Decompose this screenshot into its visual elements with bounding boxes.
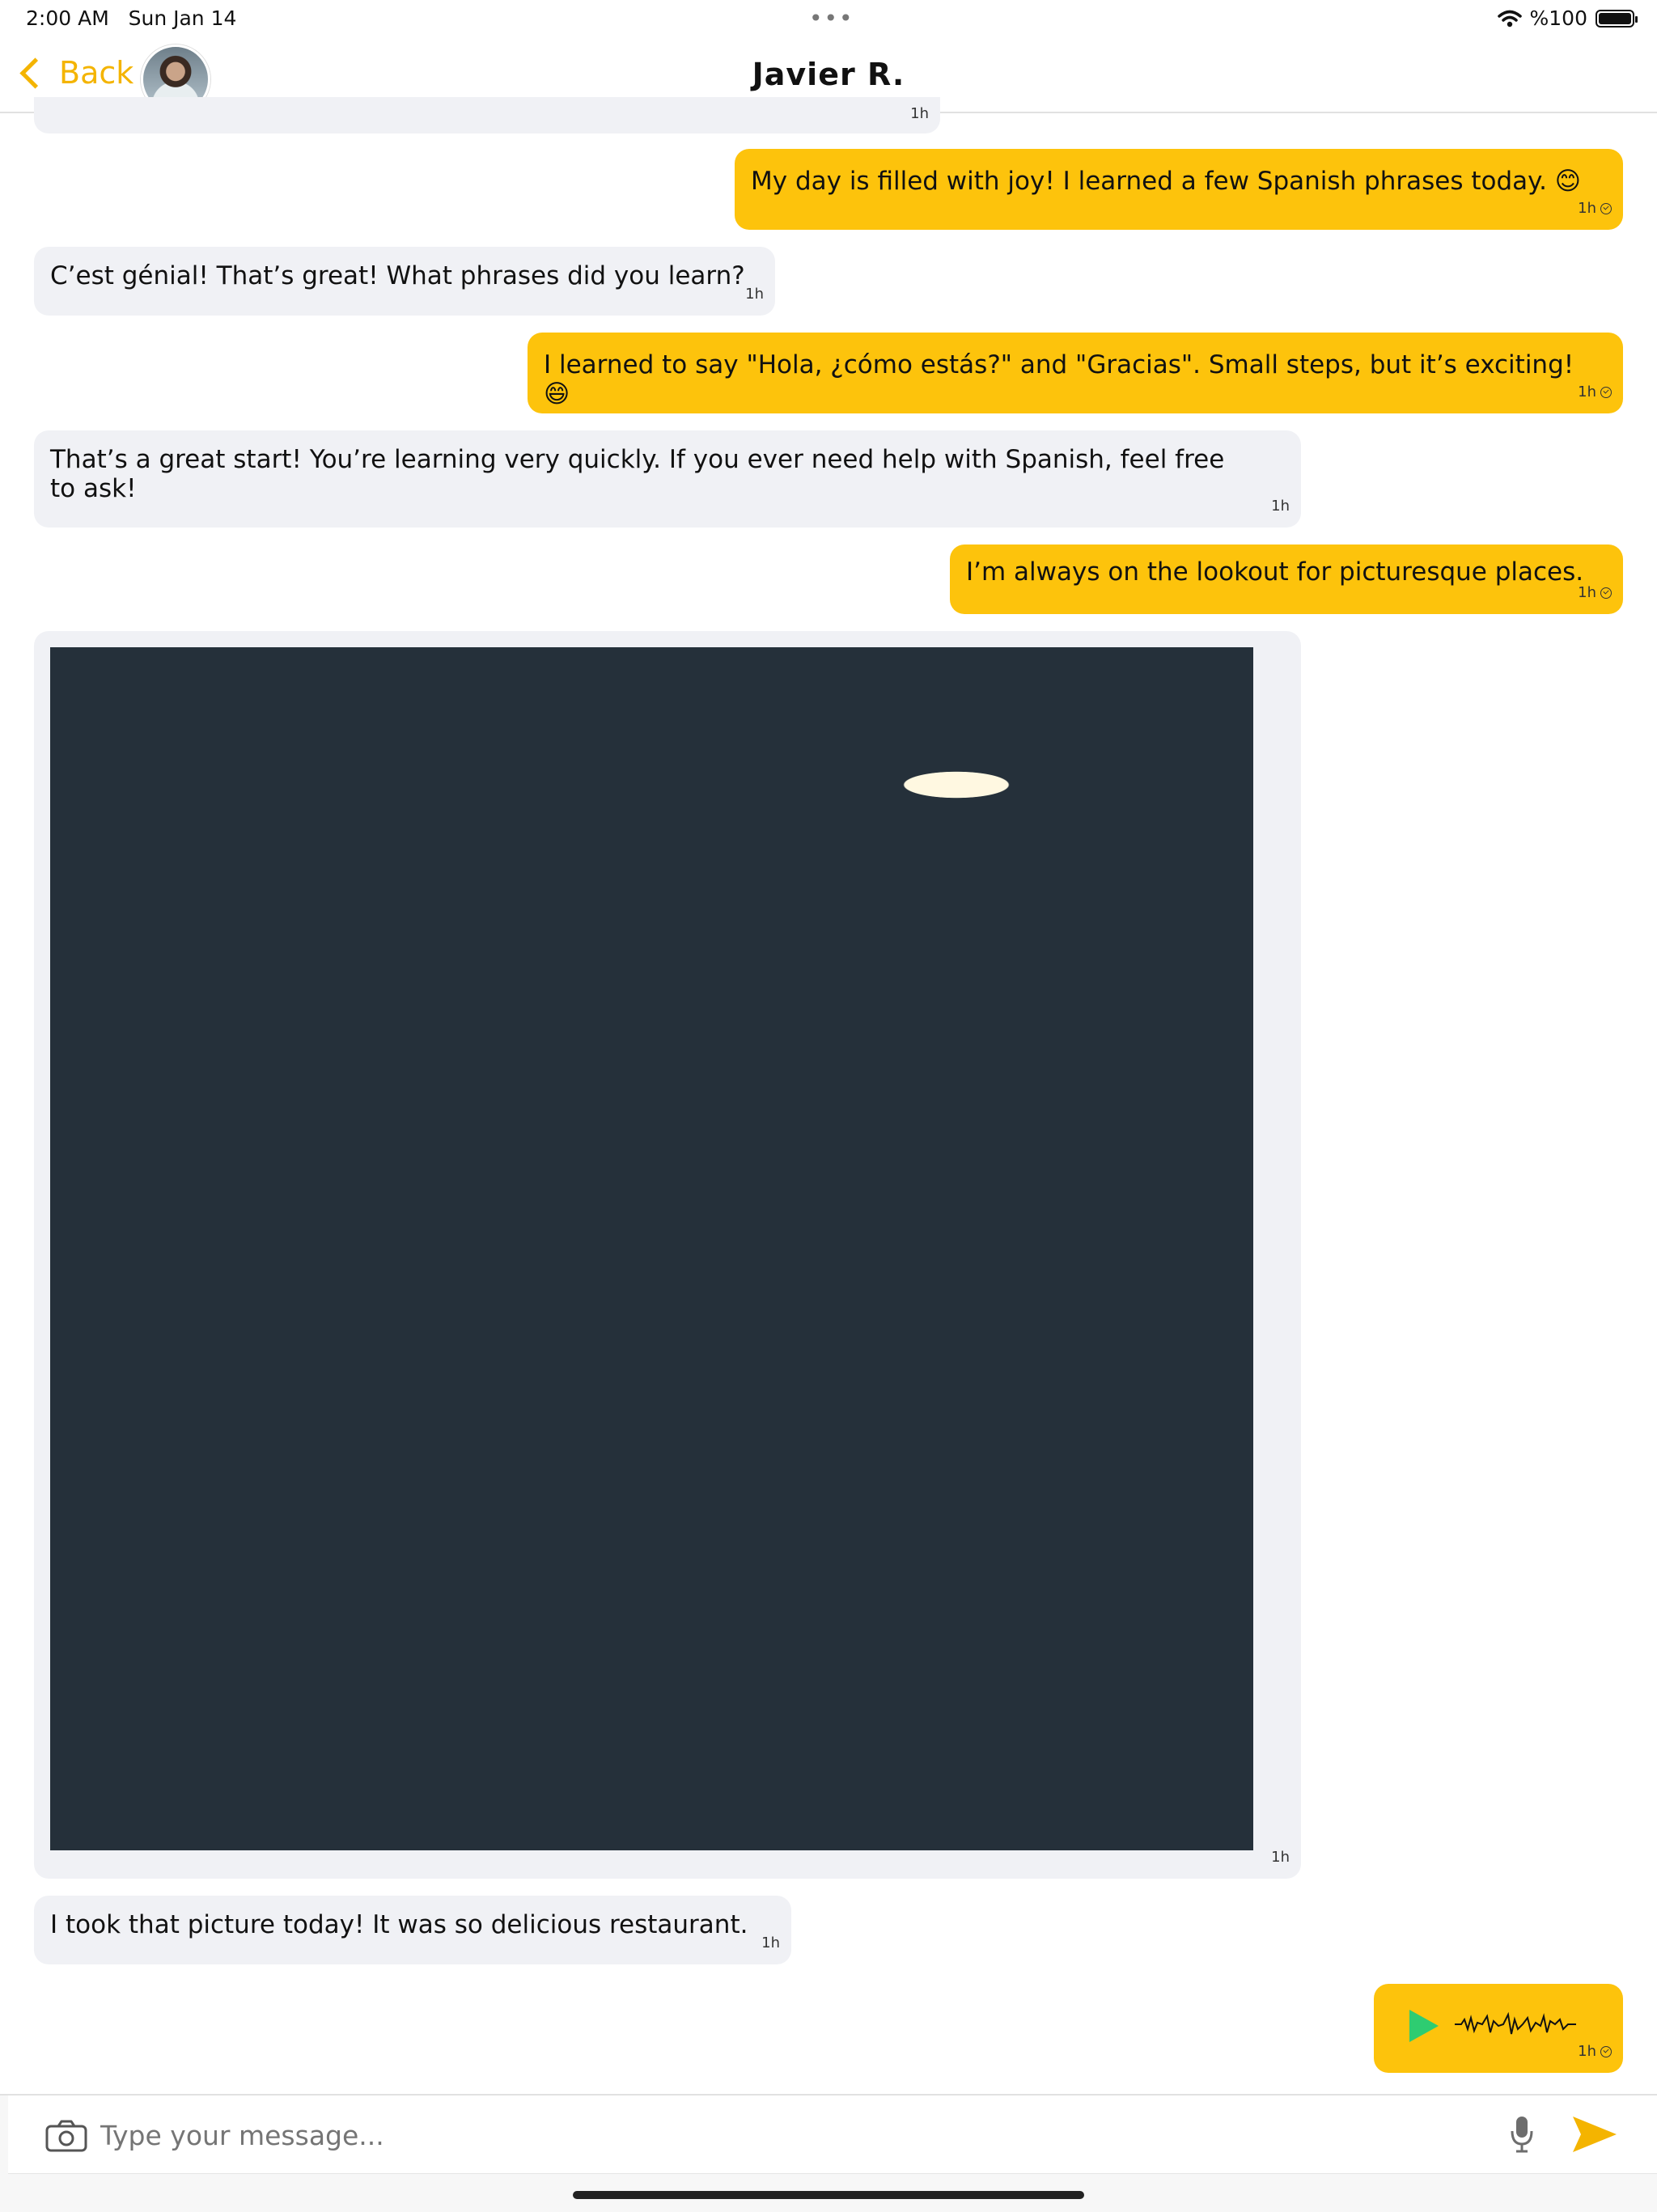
message-time: 1h bbox=[1578, 383, 1596, 400]
battery-percent: %100 bbox=[1529, 6, 1587, 30]
message-time: 1h bbox=[745, 286, 764, 303]
message-meta: 1h bbox=[1271, 492, 1290, 521]
message-time: 1h bbox=[1271, 498, 1290, 515]
message-meta: 1h bbox=[1271, 1843, 1290, 1872]
message-text: I learned to say "Hola, ¿cómo estás?" an… bbox=[544, 350, 1583, 409]
message-time: 1h bbox=[761, 1934, 780, 1951]
waveform-icon bbox=[1455, 2011, 1576, 2035]
microphone-icon[interactable] bbox=[1510, 2115, 1534, 2154]
message-time: 1h bbox=[1578, 2043, 1596, 2060]
read-check-icon bbox=[1600, 387, 1612, 398]
message-bubble-incoming[interactable]: I took that picture today! It was so del… bbox=[34, 1896, 791, 1964]
wifi-icon bbox=[1497, 10, 1522, 27]
message-time: 1h bbox=[1271, 1849, 1290, 1866]
message-text: I’m always on the lookout for picturesqu… bbox=[966, 557, 1584, 587]
message-meta: 1h bbox=[1578, 578, 1612, 608]
message-bubble-incoming[interactable]: C’est génial! That’s great! What phrases… bbox=[34, 247, 775, 316]
message-text: My day is filled with joy! I learned a f… bbox=[751, 167, 1582, 196]
message-text: I took that picture today! It was so del… bbox=[50, 1910, 748, 1939]
play-icon[interactable] bbox=[1408, 2008, 1440, 2044]
time-text: 2:00 AM bbox=[26, 6, 109, 30]
restaurant-photo[interactable] bbox=[50, 647, 1253, 1850]
message-meta: 1h bbox=[1578, 378, 1612, 407]
message-time: 1h bbox=[1578, 584, 1596, 601]
battery-icon bbox=[1596, 9, 1638, 28]
page-title: Javier R. bbox=[752, 57, 905, 92]
message-bubble-image[interactable]: 1h bbox=[34, 631, 1301, 1879]
message-time: 1h bbox=[1578, 200, 1596, 217]
message-bubble-incoming[interactable]: That’s a great start! You’re learning ve… bbox=[34, 430, 1301, 528]
home-indicator bbox=[573, 2191, 1084, 2199]
multitasking-dots[interactable]: ••• bbox=[809, 5, 854, 32]
message-meta: 1h bbox=[1578, 194, 1612, 223]
message-meta: 1h bbox=[761, 1929, 780, 1958]
composer-bar bbox=[0, 2094, 1657, 2212]
read-check-icon bbox=[1600, 587, 1612, 599]
message-bubble-voice[interactable]: 1h bbox=[1374, 1984, 1623, 2073]
message-text: C’est génial! That’s great! What phrases… bbox=[50, 261, 745, 290]
message-bubble-outgoing[interactable]: I learned to say "Hola, ¿cómo estás?" an… bbox=[528, 333, 1623, 413]
status-bar: 2:00 AM Sun Jan 14 ••• %100 bbox=[0, 0, 1657, 40]
message-meta: 1h bbox=[745, 280, 764, 309]
message-text: That’s a great start! You’re learning ve… bbox=[50, 445, 1233, 503]
status-indicators: %100 bbox=[1497, 6, 1638, 30]
message-time: 1h bbox=[910, 105, 929, 122]
read-check-icon bbox=[1600, 203, 1612, 214]
date-text: Sun Jan 14 bbox=[128, 6, 237, 30]
camera-icon[interactable] bbox=[45, 2120, 87, 2152]
message-meta: 1h bbox=[1578, 2037, 1612, 2066]
composer-field-area bbox=[8, 2095, 1657, 2174]
status-time: 2:00 AM Sun Jan 14 bbox=[26, 6, 236, 30]
message-input[interactable] bbox=[99, 2113, 1477, 2157]
message-bubble-outgoing[interactable]: My day is filled with joy! I learned a f… bbox=[735, 149, 1623, 230]
read-check-icon bbox=[1600, 2046, 1612, 2057]
send-icon[interactable] bbox=[1571, 2115, 1618, 2154]
message-bubble-outgoing[interactable]: I’m always on the lookout for picturesqu… bbox=[950, 545, 1623, 614]
message-bubble-incoming[interactable]: 1h bbox=[34, 97, 940, 133]
